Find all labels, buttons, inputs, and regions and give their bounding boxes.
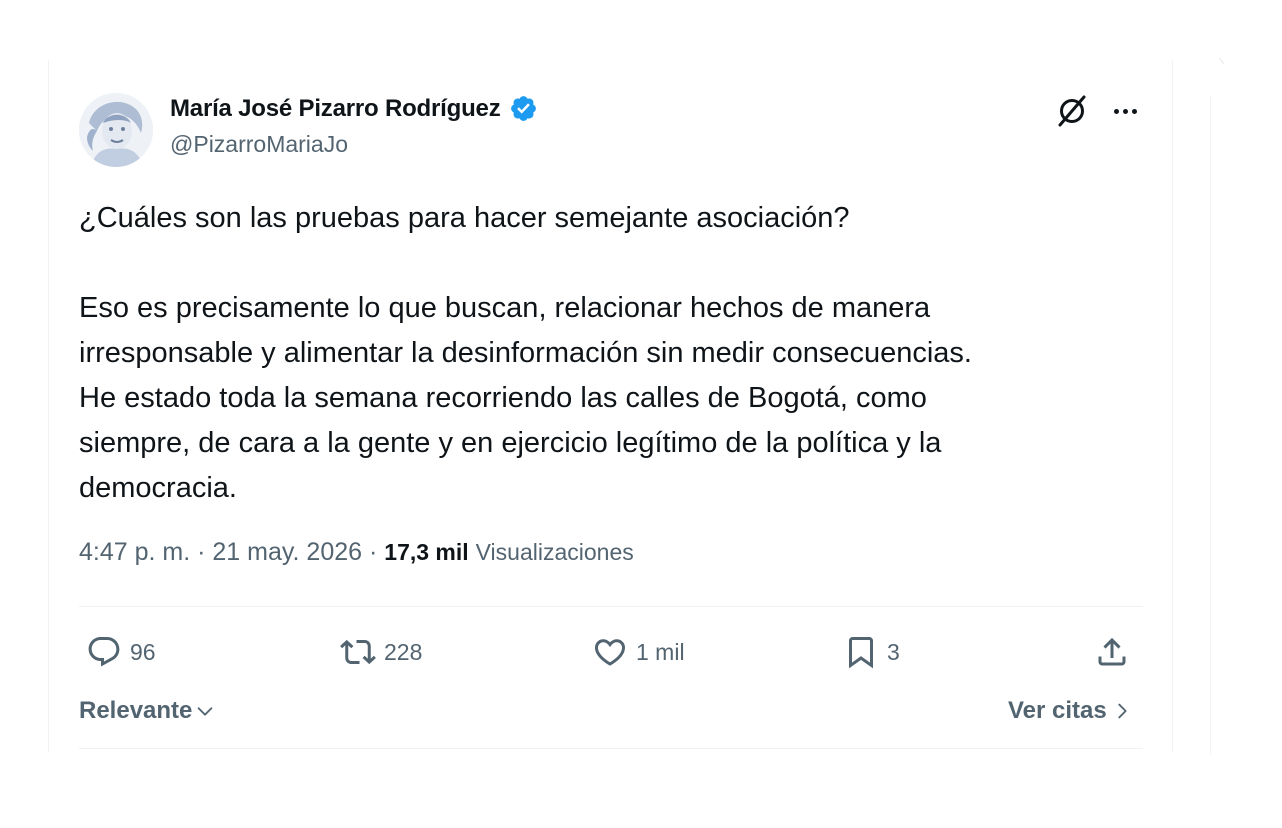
view-quotes-link[interactable]: Ver citas [1008, 697, 1133, 725]
chevron-right-icon [1118, 703, 1127, 719]
like-count: 1 mil [636, 638, 685, 665]
chevron-down-icon [198, 707, 213, 716]
tweet-line: He estado toda la semana recorriendo las… [79, 382, 927, 414]
tweet-date[interactable]: 21 may. 2026 [212, 538, 362, 566]
author-display-name[interactable]: María José Pizarro Rodríguez [170, 95, 501, 123]
reply-count: 96 [130, 638, 156, 665]
views-count[interactable]: 17,3 mil [384, 539, 468, 565]
retweet-count: 228 [384, 638, 423, 665]
meta-separator: · [197, 538, 206, 566]
more-dot [1122, 108, 1128, 114]
reply-button[interactable]: 96 [86, 630, 156, 674]
sort-relevance-dropdown[interactable]: Relevante [79, 697, 216, 725]
author-name-row[interactable]: María José Pizarro Rodríguez [170, 94, 538, 123]
divider [79, 606, 1143, 607]
more-options-icon[interactable] [1106, 96, 1144, 126]
sort-label: Relevante [79, 697, 193, 724]
avatar-image [79, 93, 153, 167]
tweet-line: Eso es precisamente lo que buscan, relac… [79, 292, 931, 324]
share-icon [1098, 637, 1126, 666]
verified-badge-icon[interactable] [509, 94, 538, 123]
avatar[interactable] [79, 93, 153, 167]
tweet-time[interactable]: 4:47 p. m. [79, 538, 190, 566]
bookmark-icon [849, 637, 873, 669]
sidebar-edge [1210, 95, 1211, 755]
reply-icon [88, 637, 120, 667]
bookmark-count: 3 [887, 638, 900, 665]
tweet-line: irresponsable y alimentar la desinformac… [79, 337, 972, 369]
more-dot [1113, 108, 1119, 114]
meta-separator: · [369, 538, 378, 566]
tweet-line: democracia. [79, 472, 237, 504]
share-button[interactable] [1094, 630, 1130, 674]
bookmark-button[interactable]: 3 [843, 630, 900, 674]
card-right-border [1172, 60, 1173, 752]
tweet-text: ¿Cuáles son las pruebas para hacer semej… [79, 196, 1159, 511]
retweet-icon [340, 639, 376, 665]
tweet-line: ¿Cuáles son las pruebas para hacer semej… [79, 202, 850, 234]
card-left-border [48, 60, 49, 752]
views-label[interactable]: Visualizaciones [476, 539, 634, 565]
more-dot [1131, 108, 1137, 114]
like-button[interactable]: 1 mil [592, 630, 685, 674]
sidebar-edge-corner [1208, 57, 1225, 73]
author-handle[interactable]: @PizarroMariaJo [170, 131, 348, 158]
grok-icon[interactable] [1053, 92, 1091, 130]
retweet-button[interactable]: 228 [340, 630, 422, 674]
view-quotes-label: Ver citas [1008, 697, 1107, 724]
heart-icon [594, 639, 626, 666]
tweet-meta: 4:47 p. m. · 21 may. 2026 · 17,3 mil Vis… [79, 538, 634, 567]
divider [79, 748, 1143, 749]
tweet-line: siempre, de cara a la gente y en ejercic… [79, 427, 942, 459]
